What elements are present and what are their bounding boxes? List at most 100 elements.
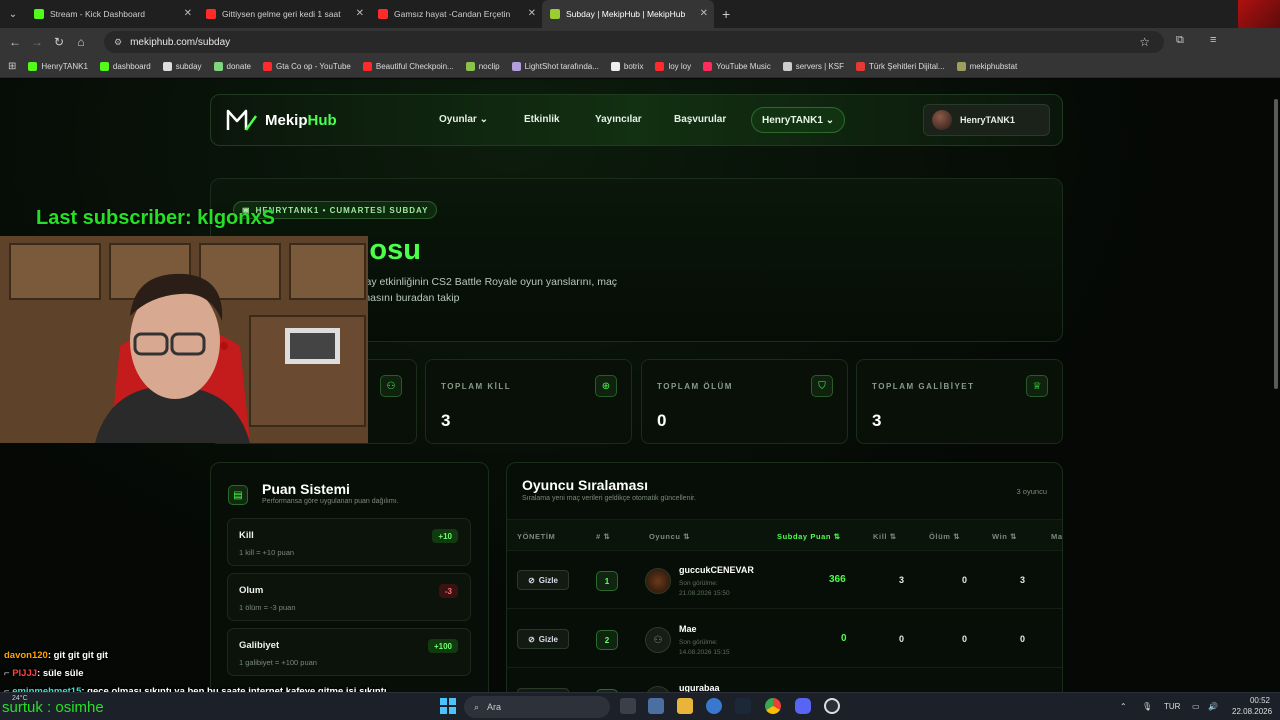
tab-youtube-kedi[interactable]: Gittiysen gelme geri kedi 1 saat ✕ xyxy=(198,0,370,28)
stat-value: 3 xyxy=(872,411,882,430)
nav-basvurular[interactable]: Başvurular xyxy=(674,114,726,125)
app-icon[interactable] xyxy=(706,698,722,714)
player-name[interactable]: Mae xyxy=(679,624,697,634)
bookmark-item[interactable]: YouTube Music xyxy=(703,62,771,71)
bookmark-item[interactable]: noclip xyxy=(465,62,500,71)
nav-oyunlar[interactable]: Oyunlar ⌄ xyxy=(439,114,488,125)
url-text: mekiphub.com/subday xyxy=(130,36,231,48)
bookmark-favicon-icon xyxy=(465,62,475,71)
hide-button[interactable]: ⊘ Gizle xyxy=(517,570,569,590)
stat-card-kill: TOPLAM KİLL 3 ⊕ xyxy=(425,359,632,444)
rule-death: Olum 1 ölüm = -3 puan -3 xyxy=(227,573,471,621)
col-win[interactable]: Win ⇅ xyxy=(992,532,1017,541)
site-logo[interactable]: Mekip Hub xyxy=(225,107,337,133)
bookmark-item[interactable]: LightShot tarafında... xyxy=(511,62,599,71)
close-icon[interactable]: ✕ xyxy=(700,8,708,19)
volume-icon[interactable]: 🔊 xyxy=(1208,702,1218,711)
bookmark-favicon-icon xyxy=(655,62,665,71)
tray-chevron-icon[interactable]: ⌃ xyxy=(1120,702,1127,711)
task-view-icon[interactable] xyxy=(620,698,636,714)
tab-youtube-gamsiz[interactable]: Gamsız hayat -Candan Erçetin ✕ xyxy=(370,0,542,28)
url-field[interactable]: ⚙ mekiphub.com/subday ☆ xyxy=(104,31,1164,53)
col-player[interactable]: Oyuncu ⇅ xyxy=(649,532,690,541)
bookmark-item[interactable]: subday xyxy=(162,62,202,71)
steam-icon[interactable] xyxy=(735,698,751,714)
col-kill[interactable]: Kill ⇅ xyxy=(873,532,897,541)
tab-title: Gittiysen gelme geri kedi 1 saat xyxy=(222,9,341,19)
col-rank[interactable]: # ⇅ xyxy=(596,532,610,541)
taskbar-search[interactable]: ⌕ Ara xyxy=(464,696,610,718)
table-row: ⊘ Gizle 2 ⚇ Mae Son görülme: 14.08.2026 15… xyxy=(507,610,1062,668)
rank-badge: 1 xyxy=(596,571,618,591)
calculator-icon[interactable] xyxy=(648,698,664,714)
points-badge: +100 xyxy=(427,639,458,653)
browser-tab-strip: ⌄ Stream - Kick Dashboard ✕ Gittiysen ge… xyxy=(0,0,1280,28)
close-icon[interactable]: ✕ xyxy=(184,8,192,19)
points-badge: +10 xyxy=(432,529,458,543)
bookmark-item[interactable]: mekiphubstat xyxy=(956,62,1017,71)
kill-cell: 3 xyxy=(899,575,905,585)
tab-subday[interactable]: Subday | MekipHub | MekipHub ✕ xyxy=(542,0,714,28)
bookmark-item[interactable]: HenryTANK1 xyxy=(28,62,88,71)
bookmark-item[interactable]: Gta Co op - YouTube xyxy=(263,62,351,71)
reload-icon[interactable]: ↻ xyxy=(48,35,70,49)
bookmark-favicon-icon xyxy=(856,62,866,71)
col-score[interactable]: Subday Puan ⇅ xyxy=(777,532,841,541)
bookmark-star-icon[interactable]: ☆ xyxy=(1139,35,1150,49)
bookmark-item[interactable]: Beautiful Checkpoin... xyxy=(362,62,454,71)
kick-icon xyxy=(34,9,44,19)
col-more[interactable]: Ma xyxy=(1051,532,1062,541)
bookmark-item[interactable]: donate xyxy=(213,62,251,71)
score-cell: 0 xyxy=(841,633,847,644)
obs-icon[interactable] xyxy=(824,698,840,714)
rule-win: Galibiyet 1 galibiyet = +100 puan +100 xyxy=(227,628,471,676)
network-icon[interactable]: ▭ xyxy=(1192,702,1200,711)
player-name[interactable]: ugurabaa xyxy=(679,683,720,692)
extensions-icon[interactable]: ⧉ xyxy=(1176,34,1184,47)
bookmark-favicon-icon xyxy=(213,62,223,71)
new-tab-icon[interactable]: + xyxy=(714,6,738,22)
page-scrollbar[interactable] xyxy=(1274,99,1278,389)
close-icon[interactable]: ✕ xyxy=(528,8,536,19)
clock[interactable]: 00:52 22.08.2026 xyxy=(1232,695,1272,717)
bookmark-item[interactable]: loy loy xyxy=(655,62,691,71)
webcam-overlay xyxy=(0,236,368,443)
file-explorer-icon[interactable] xyxy=(677,698,693,714)
mic-icon[interactable]: 🎙 xyxy=(1142,702,1152,711)
nav-etkinlik[interactable]: Etkinlik xyxy=(524,114,560,125)
discord-icon[interactable] xyxy=(795,698,811,714)
forward-icon[interactable]: → xyxy=(26,35,48,49)
player-name[interactable]: guccukCENEVAR xyxy=(679,565,754,575)
chat-user: PIJJJ xyxy=(12,668,38,679)
hide-button[interactable]: ⊘ Gizle xyxy=(517,629,569,649)
trophy-icon: ♕ xyxy=(1026,375,1048,397)
chrome-icon[interactable] xyxy=(765,698,781,714)
chat-message: ⌐ PIJJJ: süle süle xyxy=(4,668,84,679)
windows-start-icon[interactable] xyxy=(440,698,456,714)
col-manage: YÖNETİM xyxy=(517,532,556,541)
rank-badge: 2 xyxy=(596,630,618,650)
language-indicator[interactable]: TUR xyxy=(1164,702,1180,711)
apps-grid-icon[interactable]: ⊞ xyxy=(8,61,16,72)
back-icon[interactable]: ← xyxy=(4,35,26,49)
avatar xyxy=(932,110,952,130)
site-info-icon[interactable]: ⚙ xyxy=(114,37,122,48)
col-death[interactable]: Ölüm ⇅ xyxy=(929,532,960,541)
logo-text-a: Mekip xyxy=(265,111,308,129)
bookmark-item[interactable]: dashboard xyxy=(99,62,151,71)
bookmark-item[interactable]: Türk Şehitleri Dijital... xyxy=(856,62,945,71)
nav-user-menu[interactable]: HenryTANK1 ⌄ xyxy=(751,107,846,133)
user-profile-button[interactable]: HenryTANK1 xyxy=(923,104,1050,136)
chat-text: : git git git git xyxy=(47,650,108,661)
bookmark-item[interactable]: servers | KSF xyxy=(782,62,844,71)
close-icon[interactable]: ✕ xyxy=(356,8,364,19)
stat-value: 0 xyxy=(657,411,667,430)
address-bar-row: ← → ↻ ⌂ ⚙ mekiphub.com/subday ☆ ⧉ ≡ xyxy=(0,28,1280,56)
user-placeholder-icon: ⚇ xyxy=(645,627,671,653)
bookmark-item[interactable]: botrix xyxy=(610,62,643,71)
tab-search-icon[interactable]: ⌄ xyxy=(0,9,26,20)
home-icon[interactable]: ⌂ xyxy=(70,35,92,49)
tab-kick-dashboard[interactable]: Stream - Kick Dashboard ✕ xyxy=(26,0,198,28)
menu-icon[interactable]: ≡ xyxy=(1210,34,1216,46)
nav-yayincilar[interactable]: Yayıncılar xyxy=(595,114,642,125)
